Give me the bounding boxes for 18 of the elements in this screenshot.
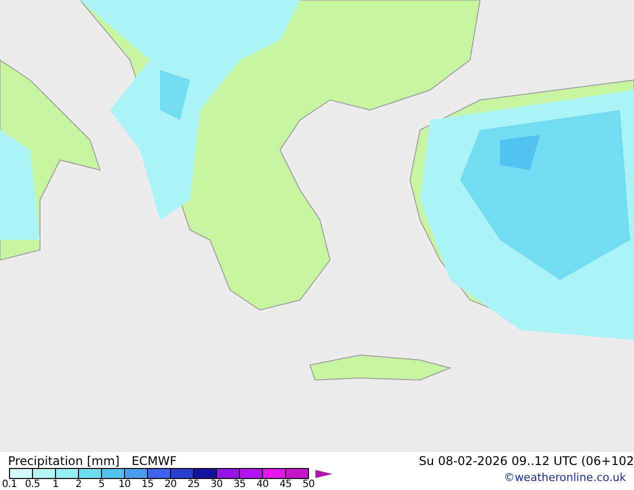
legend-label: 45	[278, 479, 293, 490]
legend-label: 5	[97, 479, 106, 490]
map-title: Precipitation [mm]	[8, 454, 120, 468]
legend-label: 25	[186, 479, 201, 490]
credit-link[interactable]: ©weatheronline.co.uk	[504, 471, 634, 485]
legend-label: 1	[51, 479, 60, 490]
legend-label: 40	[255, 479, 270, 490]
legend-label: 2	[74, 479, 83, 490]
legend-label: 50	[301, 479, 316, 490]
legend-label: 0.5	[24, 479, 41, 490]
model-name: ECMWF	[132, 454, 177, 468]
legend-label: 15	[140, 479, 155, 490]
valid-time: Su 08-02-2026 09..12 UTC (06+102	[418, 454, 634, 468]
legend-label: 35	[232, 479, 247, 490]
legend-label: 20	[163, 479, 178, 490]
legend-label: 10	[117, 479, 132, 490]
legend-label: 0.1	[0, 479, 18, 490]
legend-label: 30	[209, 479, 224, 490]
